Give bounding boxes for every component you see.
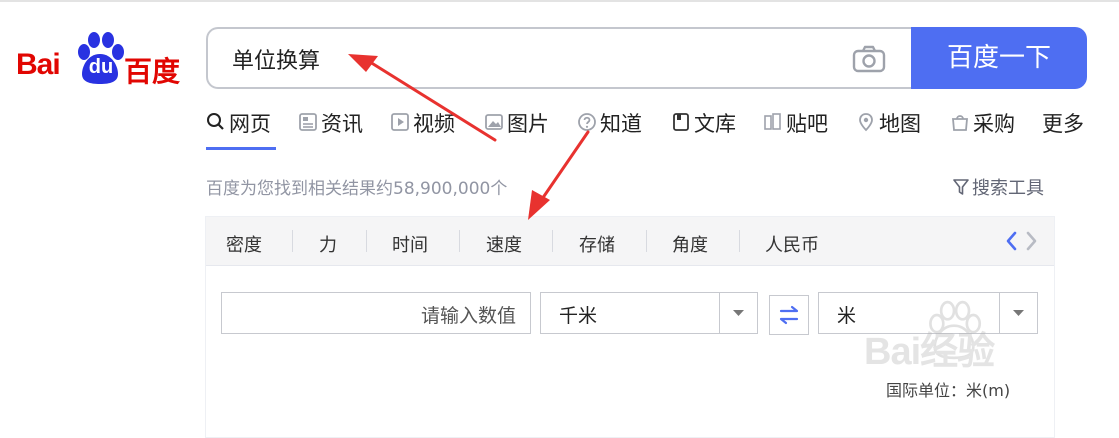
tab-label: 网页 (229, 112, 271, 136)
tab-news[interactable]: 资讯 (298, 108, 363, 148)
logo-chinese-text: 百度 (124, 55, 181, 88)
category-time[interactable]: 时间 (392, 231, 428, 257)
category-speed[interactable]: 速度 (486, 231, 522, 257)
from-unit-value: 千米 (559, 305, 598, 327)
baidu-jingyan-watermark: Bai经验 (864, 300, 1074, 373)
video-icon (391, 113, 409, 131)
camera-icon[interactable] (852, 45, 886, 73)
baidu-logo[interactable]: Bai du 百度 (14, 30, 180, 90)
chevron-left-icon[interactable] (1003, 229, 1019, 253)
dropdown-arrow[interactable] (719, 293, 757, 333)
category-divider (366, 230, 367, 252)
category-divider (459, 230, 460, 252)
filter-icon (953, 179, 969, 195)
tab-map[interactable]: 地图 (856, 108, 921, 148)
swap-units-button[interactable] (769, 295, 809, 335)
si-unit-note: 国际单位：米(m) (886, 381, 1011, 400)
tab-label: 知道 (600, 112, 642, 136)
news-icon (299, 113, 317, 131)
search-tools-button[interactable]: 搜索工具 (953, 174, 1044, 200)
search-button[interactable]: 百度一下 (911, 27, 1087, 89)
watermark-text: Bai经验 (864, 331, 995, 373)
search-tools-label: 搜索工具 (972, 178, 1044, 199)
tab-web[interactable]: 网页 (206, 108, 271, 148)
to-unit-value: 米 (837, 305, 857, 327)
tab-images[interactable]: 图片 (484, 108, 549, 148)
tab-label: 贴吧 (786, 112, 828, 136)
swap-icon (779, 305, 799, 325)
category-divider (739, 230, 740, 252)
value-placeholder: 请输入数值 (420, 305, 516, 327)
category-divider (646, 230, 647, 252)
category-divider (552, 230, 553, 252)
search-icon (207, 113, 224, 130)
tab-zhidao[interactable]: 知道 (577, 108, 642, 148)
caret-down-icon (733, 310, 744, 316)
category-bar: 密度 力 时间 速度 存储 角度 人民币 (206, 217, 1054, 266)
category-density[interactable]: 密度 (226, 231, 262, 257)
category-storage[interactable]: 存储 (579, 231, 615, 257)
tab-label: 采购 (973, 112, 1015, 136)
tab-label: 视频 (413, 112, 455, 136)
search-tabs: 网页 资讯 视频 图片 知道 文库 贴吧 地图 采购 更多 (206, 108, 1106, 150)
search-query-text: 单位换算 (232, 49, 321, 74)
category-force[interactable]: 力 (319, 231, 337, 257)
tab-label: 资讯 (321, 112, 363, 136)
from-unit-select[interactable]: 千米 (540, 292, 758, 334)
active-tab-indicator (206, 147, 276, 150)
tab-video[interactable]: 视频 (390, 108, 455, 148)
document-icon (673, 113, 689, 131)
search-input[interactable]: 单位换算 (206, 27, 911, 89)
tab-label: 图片 (507, 112, 549, 136)
chevron-right-icon[interactable] (1024, 229, 1040, 253)
question-icon (578, 113, 596, 131)
top-border (0, 0, 1119, 2)
map-pin-icon (859, 113, 873, 132)
image-icon (485, 114, 503, 130)
tab-more[interactable]: 更多 (1042, 108, 1084, 148)
tab-label: 地图 (879, 112, 921, 136)
tab-label: 文库 (694, 112, 736, 136)
logo-du-text: du (88, 56, 114, 78)
search-bar: 单位换算 百度一下 (206, 27, 1087, 89)
tieba-icon (764, 113, 781, 130)
category-divider (292, 230, 293, 252)
tab-shopping[interactable]: 采购 (950, 108, 1015, 148)
tab-wenku[interactable]: 文库 (671, 108, 736, 148)
logo-bai-text: Bai (16, 48, 61, 81)
category-rmb[interactable]: 人民币 (765, 231, 819, 257)
tab-tieba[interactable]: 贴吧 (763, 108, 828, 148)
result-count: 百度为您找到相关结果约58,900,000个 (206, 179, 508, 199)
tab-label: 更多 (1042, 112, 1084, 136)
shopping-icon (952, 115, 968, 131)
category-angle[interactable]: 角度 (672, 231, 708, 257)
value-input[interactable]: 请输入数值 (221, 292, 531, 334)
